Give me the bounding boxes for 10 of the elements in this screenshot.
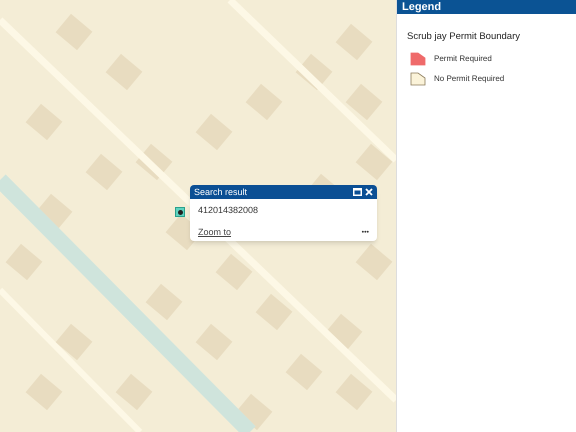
- close-icon[interactable]: [365, 188, 373, 196]
- location-marker-icon: [175, 207, 185, 217]
- layer-title: Scrub jay Permit Boundary: [406, 30, 521, 44]
- result-value: 412014382008: [197, 204, 260, 215]
- popup-title: Search result: [194, 188, 248, 196]
- legend-label: Permit Required: [434, 53, 492, 66]
- legend-title: Legend: [402, 1, 442, 14]
- maximize-icon[interactable]: [353, 188, 362, 196]
- legend-label: No Permit Required: [434, 73, 504, 86]
- zoom-to-link[interactable]: Zoom to: [198, 228, 232, 237]
